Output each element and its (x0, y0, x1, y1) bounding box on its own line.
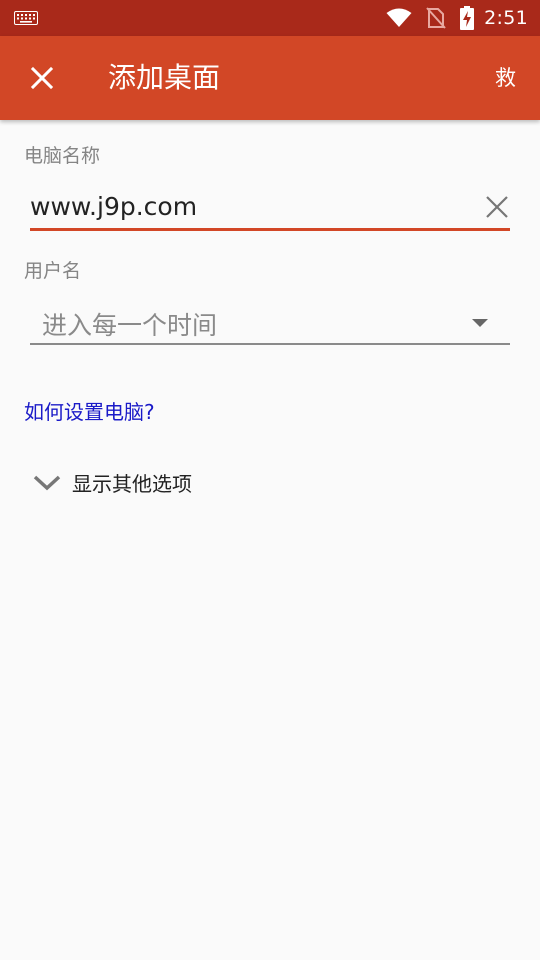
clear-icon[interactable] (484, 194, 510, 220)
wifi-icon (386, 8, 412, 27)
username-label: 用户名 (24, 260, 82, 282)
page-title: 添加桌面 (108, 61, 221, 94)
no-sim-icon (426, 7, 446, 29)
more-options-toggle[interactable]: 显示其他选项 (32, 466, 192, 498)
username-underline (30, 343, 510, 345)
pc-name-input[interactable]: www.j9p.com (30, 192, 197, 221)
battery-charging-icon (460, 6, 475, 30)
pc-name-underline (30, 228, 510, 231)
username-field[interactable]: 进入每一个时间 (30, 300, 510, 346)
close-icon[interactable] (26, 62, 58, 94)
dropdown-arrow-icon[interactable] (472, 319, 488, 327)
save-button[interactable]: 救 (495, 64, 516, 92)
pc-name-label: 电脑名称 (24, 145, 101, 167)
status-bar: 2:51 (0, 0, 540, 36)
chevron-down-icon (33, 475, 61, 491)
clock: 2:51 (484, 7, 528, 29)
keyboard-icon (14, 11, 38, 25)
help-link[interactable]: 如何设置电脑? (24, 396, 155, 425)
app-bar: 添加桌面 救 (0, 36, 540, 120)
more-options-label: 显示其他选项 (72, 471, 192, 496)
username-input[interactable]: 进入每一个时间 (42, 306, 217, 342)
pc-name-field[interactable]: www.j9p.com (30, 186, 510, 232)
